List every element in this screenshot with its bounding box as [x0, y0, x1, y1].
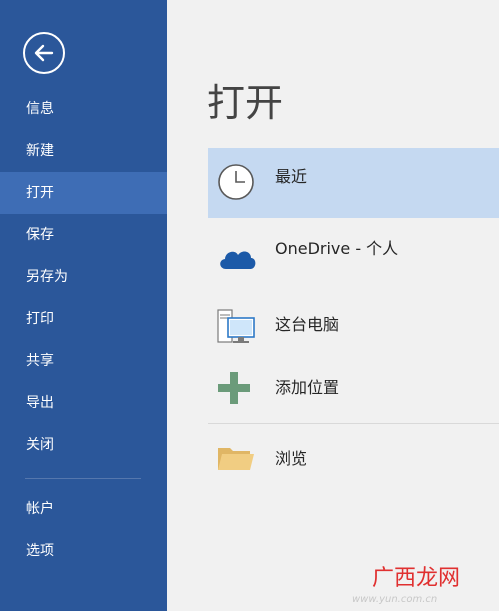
sidebar-divider [25, 478, 141, 479]
page-title: 打开 [207, 81, 284, 125]
location-onedrive-label: OneDrive - 个人 [275, 239, 399, 258]
nav-item-print[interactable]: 打印 [0, 298, 167, 340]
nav-item-save-as[interactable]: 另存为 [0, 256, 167, 298]
locations-divider [208, 423, 499, 424]
plus-icon [218, 372, 250, 404]
location-this-pc-label: 这台电脑 [275, 315, 340, 334]
nav-item-options[interactable]: 选项 [0, 530, 167, 572]
nav-item-new[interactable]: 新建 [0, 130, 167, 172]
nav-item-export[interactable]: 导出 [0, 382, 167, 424]
location-browse-label: 浏览 [275, 449, 308, 468]
location-recent[interactable]: 最近 [208, 148, 499, 218]
folder-icon [218, 448, 254, 470]
nav-item-share[interactable]: 共享 [0, 340, 167, 382]
computer-icon [217, 309, 255, 343]
nav-item-open[interactable]: 打开 [0, 172, 167, 214]
location-onedrive[interactable]: OneDrive - 个人 [208, 222, 499, 292]
location-recent-label: 最近 [275, 167, 308, 186]
nav-item-account[interactable]: 帐户 [0, 488, 167, 530]
back-arrow-icon [34, 44, 54, 62]
back-button[interactable] [23, 32, 65, 74]
watermark-site: www.yun.com.cn [352, 594, 438, 605]
location-browse[interactable]: 浏览 [208, 426, 499, 496]
location-add-place-label: 添加位置 [275, 378, 340, 397]
nav-item-info[interactable]: 信息 [0, 88, 167, 130]
backstage-sidebar: 信息 新建 打开 保存 另存为 打印 共享 导出 关闭 帐户 选项 [0, 0, 167, 611]
location-this-pc[interactable]: 这台电脑 [208, 294, 499, 364]
location-add-place[interactable]: 添加位置 [208, 356, 499, 426]
watermark-logo: 广西龙网 [372, 566, 461, 591]
nav-item-save[interactable]: 保存 [0, 214, 167, 256]
clock-icon [218, 164, 254, 200]
cloud-icon [220, 251, 256, 269]
nav-item-close[interactable]: 关闭 [0, 424, 167, 466]
